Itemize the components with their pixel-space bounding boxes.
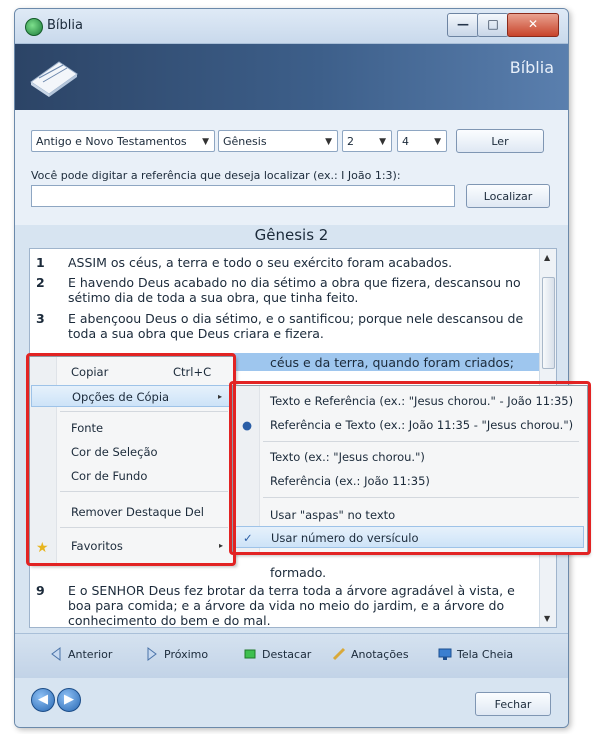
fullscreen-button[interactable]: Tela Cheia (438, 647, 513, 661)
chapter-select[interactable]: 2 ▼ (342, 130, 392, 152)
next-label: Próximo (164, 648, 209, 661)
verse-select[interactable]: 4 ▼ (397, 130, 447, 152)
chapter-title: Gênesis 2 (254, 226, 329, 244)
bible-book-icon (30, 61, 78, 97)
header-banner: Bíblia (15, 44, 568, 110)
highlight-label: Destacar (262, 648, 312, 661)
previous-label: Anterior (68, 648, 113, 661)
next-icon (147, 647, 157, 661)
verse-text: E abençoou Deus o dia sétimo, e o santif… (68, 311, 524, 341)
testament-value: Antigo e Novo Testamentos (36, 135, 187, 148)
monitor-icon (438, 648, 452, 660)
forward-arrow-icon[interactable]: ▶ (57, 688, 81, 712)
scroll-up-icon[interactable]: ▲ (544, 253, 550, 262)
read-button[interactable]: Ler (456, 129, 544, 153)
reference-search-input[interactable] (31, 185, 455, 207)
annotation-highlight-box (26, 353, 236, 566)
minimize-button[interactable]: — (447, 13, 479, 37)
previous-button[interactable]: Anterior (49, 647, 112, 661)
scroll-down-icon[interactable]: ▼ (544, 614, 550, 623)
banner-title: Bíblia (509, 58, 554, 77)
chapter-value: 2 (347, 135, 354, 148)
verse-text: céus e da terra, quando foram criados; (270, 355, 514, 370)
verse-text: E o SENHOR Deus fez brotar da terra toda… (68, 583, 515, 628)
window-title: Bíblia (47, 18, 83, 33)
title-bar[interactable]: Bíblia — □ ✕ (15, 9, 568, 44)
book-value: Gênesis (223, 135, 267, 148)
verse-number: 9 (36, 583, 45, 598)
chevron-down-icon: ▼ (325, 137, 332, 147)
back-arrow-icon[interactable]: ◀ (31, 688, 55, 712)
previous-icon (51, 647, 61, 661)
notes-label: Anotações (351, 648, 409, 661)
highlight-button[interactable]: Destacar (243, 647, 311, 661)
search-hint: Você pode digitar a referência que desej… (31, 169, 401, 182)
find-button[interactable]: Localizar (466, 184, 550, 208)
chevron-down-icon: ▼ (434, 137, 441, 147)
next-button[interactable]: Próximo (145, 647, 208, 661)
pencil-icon (332, 647, 346, 661)
verse-text: E havendo Deus acabado no dia sétimo a o… (68, 275, 521, 305)
scroll-thumb[interactable] (542, 277, 555, 369)
verse-text: ASSIM os céus, a terra e todo o seu exér… (68, 255, 453, 270)
verse-number: 2 (36, 275, 45, 290)
chevron-down-icon: ▼ (379, 137, 386, 147)
verse-number: 1 (36, 255, 45, 270)
book-select[interactable]: Gênesis ▼ (218, 130, 338, 152)
close-button[interactable]: Fechar (475, 692, 551, 716)
app-icon (25, 18, 43, 36)
maximize-button[interactable]: □ (477, 13, 509, 37)
footer: ◀ ▶ Fechar (15, 678, 568, 727)
verse-value: 4 (402, 135, 409, 148)
highlighter-icon (244, 649, 256, 659)
close-icon: ✕ (527, 17, 539, 31)
chevron-down-icon: ▼ (202, 137, 209, 147)
close-window-button[interactable]: ✕ (507, 13, 559, 37)
testament-select[interactable]: Antigo e Novo Testamentos ▼ (31, 130, 215, 152)
maximize-icon: □ (487, 17, 499, 31)
fullscreen-label: Tela Cheia (457, 648, 514, 661)
minimize-icon: — (457, 17, 469, 31)
verse-text: formado. (270, 565, 327, 580)
annotation-highlight-box (229, 381, 591, 555)
notes-button[interactable]: Anotações (332, 647, 409, 661)
verse-number: 3 (36, 311, 45, 326)
navigation-bar: Anterior Próximo Destacar Anotações Tela… (15, 633, 568, 678)
